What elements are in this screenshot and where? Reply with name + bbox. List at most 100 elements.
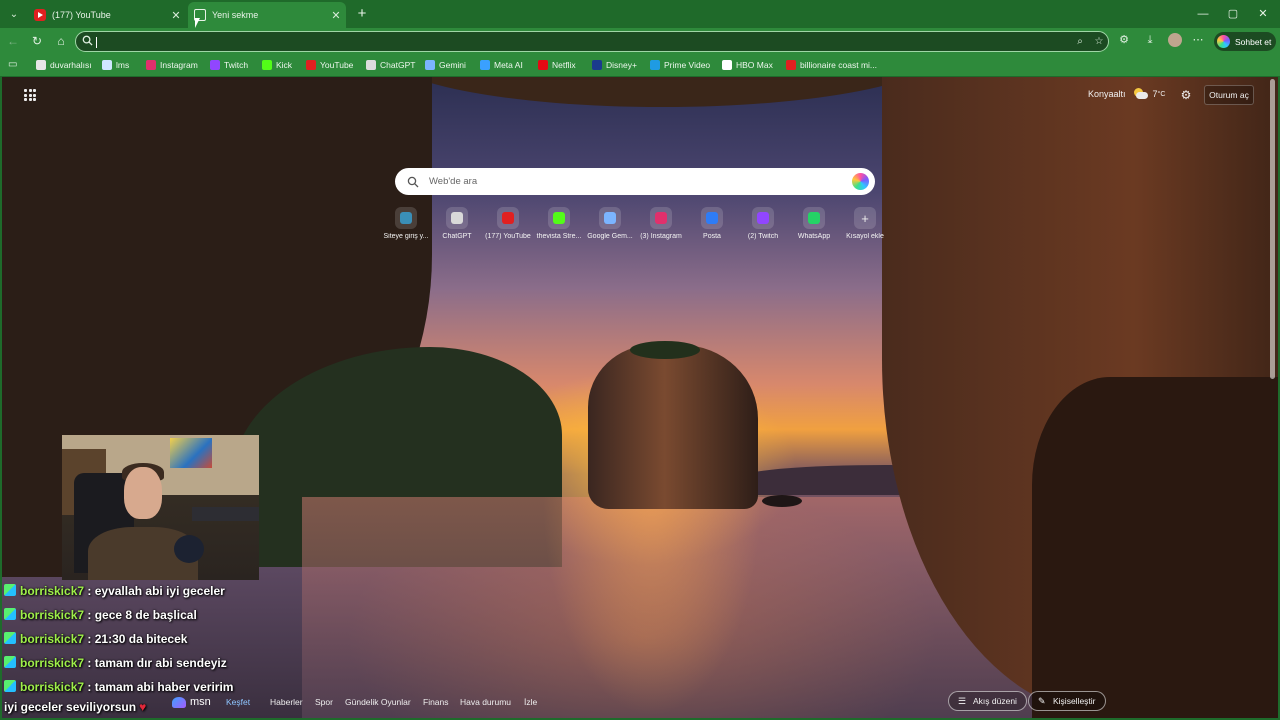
page-scrollbar[interactable] [1270,79,1275,379]
back-button[interactable]: ← [3,31,23,51]
tab-youtube[interactable]: (177) YouTube ✕ [28,2,186,28]
feed-tab-gundelik-oyunlar[interactable]: Gündelik Oyunlar [345,697,411,707]
feed-tab-kesfet[interactable]: Keşfet [226,697,250,707]
site-favicon-icon [446,207,468,229]
site-favicon-icon [395,207,417,229]
bookmark-label: HBO Max [736,60,773,70]
maximize-button[interactable]: ▢ [1218,4,1248,24]
background-image [1032,377,1278,718]
bookmark-item[interactable]: YouTube [306,58,353,72]
feed-tab-hava-durumu[interactable]: Hava durumu [460,697,511,707]
address-input[interactable] [98,33,1038,49]
bookmark-item[interactable]: Netflix [538,58,576,72]
bookmark-item[interactable]: Prime Video [650,58,710,72]
tab-actions-menu-button[interactable]: ⌄ [4,4,24,24]
quick-link-tile[interactable]: (177) YouTube [484,207,532,245]
chevron-down-icon: ⌄ [9,8,19,20]
site-favicon-icon [803,207,825,229]
extensions-icon[interactable]: ⚙ [1117,33,1131,47]
feed-tab-finans[interactable]: Finans [423,697,449,707]
feed-layout-label: Akış düzeni [973,696,1017,706]
home-button[interactable]: ⌂ [51,31,71,51]
quick-link-tile[interactable]: (2) Twitch [739,207,787,245]
sign-in-button[interactable]: Oturum aç [1204,85,1254,105]
address-bar[interactable]: ⌕ ☆ [75,31,1109,52]
chat-username: borriskick7 [20,608,85,622]
chat-username: borriskick7 [20,632,85,646]
bookmark-label: ChatGPT [380,60,416,70]
bookmark-label: billionaire coast mi... [800,60,878,70]
feed-tab-izle[interactable]: İzle [524,697,537,707]
bookmark-label: Instagram [160,60,198,70]
bookmark-item[interactable]: Disney+ [592,58,637,72]
quick-link-tile[interactable]: + Kısayol ekle [841,207,889,245]
bookmark-favicon-icon [210,60,220,70]
search-icon [407,176,419,187]
bookmark-favicon-icon [366,60,376,70]
quick-link-tile[interactable]: Posta [688,207,736,245]
copilot-icon[interactable] [852,173,869,190]
close-tab-icon[interactable]: ✕ [168,9,184,22]
quick-link-tile[interactable]: (3) Instagram [637,207,685,245]
bookmark-item[interactable]: billionaire coast mi... [786,58,877,72]
personalize-button[interactable]: ✎ Kişiselleştir [1028,691,1106,711]
copilot-chat-button[interactable]: Sohbet et [1214,32,1276,51]
chat-message-text: : eyvallah abi iyi geceler [87,584,225,598]
profile-avatar[interactable] [1168,33,1182,47]
personalize-label: Kişiselleştir [1053,696,1096,706]
bookmark-favicon-icon [425,60,435,70]
msn-logo[interactable]: msn [172,696,211,708]
bookmark-label: Gemini [439,60,466,70]
weather-widget[interactable]: Konyaaltı 7 °C [1088,88,1165,100]
chat-badge-icon [4,680,16,692]
chat-message-text: : gece 8 de başlical [87,608,197,622]
webcam-image [170,438,212,468]
quick-link-label: Siteye giriş y... [383,233,429,240]
bookmark-item[interactable]: Gemini [425,58,466,72]
quick-link-tile[interactable]: Siteye giriş y... [382,207,430,245]
bookmark-item[interactable]: Meta AI [480,58,523,72]
bookmark-label: Twitch [224,60,249,70]
close-tab-icon[interactable]: ✕ [328,9,344,22]
minimize-button[interactable]: — [1188,4,1218,24]
copilot-icon [1217,35,1230,48]
bookmark-item[interactable]: Instagram [146,58,198,72]
page-settings-icon[interactable]: ⚙ [1179,88,1193,102]
zoom-icon[interactable]: ⌕ [1074,36,1086,48]
downloads-icon[interactable]: ⤓ [1143,33,1157,47]
quick-link-tile[interactable]: WhatsApp [790,207,838,245]
feed-layout-button[interactable]: ☰ Akış düzeni [948,691,1027,711]
web-search-input[interactable] [429,176,852,187]
chat-username: borriskick7 [20,584,85,598]
app-launcher-icon[interactable] [24,89,36,101]
bookmark-item[interactable]: lms [102,58,129,72]
youtube-icon [34,9,46,21]
chat-message-text: : tamam dır abi sendeyiz [87,656,227,670]
pencil-icon: ✎ [1038,695,1046,706]
bookmark-item[interactable]: Twitch [210,58,248,72]
tab-new-tab[interactable]: Yeni sekme ✕ [188,2,346,28]
bookmark-item[interactable]: duvarhalısı [36,58,92,72]
quick-link-tile[interactable]: thevista Stre... [535,207,583,245]
bookmark-item[interactable]: HBO Max [722,58,773,72]
tab-title: (177) YouTube [52,10,111,20]
collections-icon[interactable]: ▭ [8,59,20,70]
background-image [588,345,758,509]
more-menu-icon[interactable]: ⋯ [1191,33,1205,47]
feed-tab-haberler[interactable]: Haberler [270,697,303,707]
new-tab-button[interactable]: + [352,4,372,24]
web-search-box[interactable] [395,168,875,195]
bookmark-item[interactable]: ChatGPT [366,58,415,72]
bookmark-favicon-icon [306,60,316,70]
bookmark-favicon-icon [650,60,660,70]
bookmark-item[interactable]: Kick [262,58,292,72]
msn-logo-text: msn [190,696,211,708]
quick-link-tile[interactable]: Google Gem... [586,207,634,245]
close-window-button[interactable]: ✕ [1248,4,1278,24]
feed-tab-spor[interactable]: Spor [315,697,333,707]
favorites-star-icon[interactable]: ☆ [1093,36,1105,48]
quick-link-tile[interactable]: ChatGPT [433,207,481,245]
reload-button[interactable]: ↻ [27,31,47,51]
quick-link-label: (2) Twitch [747,233,779,240]
chat-username: borriskick7 [20,656,85,670]
